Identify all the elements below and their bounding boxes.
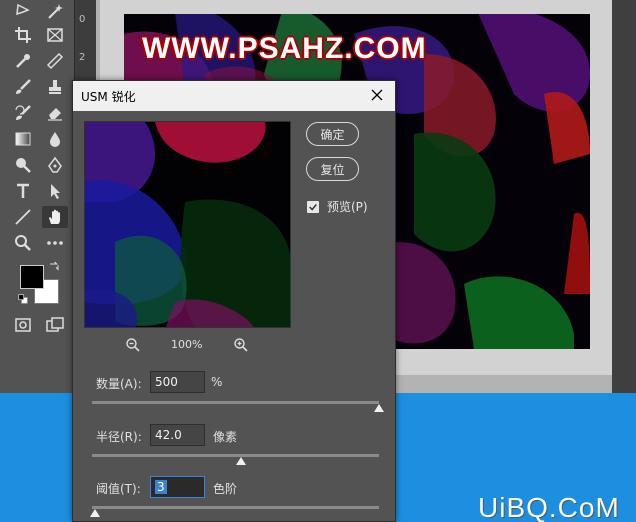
magic-wand-tool-icon[interactable]: [42, 0, 68, 22]
watermark-psahz: WWW.PSAHZ.COM: [142, 32, 427, 65]
eyedropper-tool-icon[interactable]: [10, 50, 36, 72]
preview-zoom-controls: 100%: [125, 336, 255, 354]
foreground-color-swatch[interactable]: [20, 265, 44, 289]
panel-edge: [612, 0, 636, 393]
crop-tool-icon[interactable]: [10, 24, 36, 46]
ok-button[interactable]: 确定: [306, 122, 359, 146]
clone-stamp-tool-icon[interactable]: [42, 76, 68, 98]
quick-mask-icon[interactable]: [10, 314, 36, 336]
brush-tool-icon[interactable]: [10, 76, 36, 98]
frame-tool-icon[interactable]: [42, 24, 68, 46]
line-tool-icon[interactable]: [10, 206, 36, 228]
reset-button[interactable]: 复位: [306, 157, 359, 181]
pen-tool-icon[interactable]: [42, 154, 68, 176]
dialog-title: USM 锐化: [81, 90, 136, 104]
amount-slider-thumb[interactable]: [374, 404, 384, 412]
threshold-slider-thumb[interactable]: [89, 509, 100, 517]
preview-image: [85, 122, 290, 327]
radius-unit: 像素: [213, 430, 238, 444]
more-tools-icon[interactable]: [42, 232, 68, 254]
threshold-label: 阈值(T):: [96, 482, 141, 496]
threshold-slider[interactable]: [92, 506, 379, 509]
radius-label: 半径(R):: [96, 430, 142, 444]
dialog-titlebar[interactable]: USM 锐化: [73, 81, 395, 111]
threshold-value: 3: [155, 480, 167, 494]
zoom-tool-icon[interactable]: [10, 232, 36, 254]
amount-unit: %: [211, 375, 223, 389]
amount-slider[interactable]: [92, 401, 379, 404]
ruler-mark: 0: [79, 14, 86, 25]
preview-toggle[interactable]: 预览(P): [307, 198, 368, 215]
zoom-out-icon[interactable]: [125, 337, 141, 353]
path-selection-tool-icon[interactable]: [42, 180, 68, 202]
swap-colors-icon[interactable]: [46, 258, 62, 274]
lasso-tool-icon[interactable]: [10, 0, 36, 22]
zoom-in-icon[interactable]: [233, 337, 249, 353]
dodge-tool-icon[interactable]: [10, 154, 36, 176]
ruler-mark: 2: [79, 52, 86, 63]
eraser-tool-icon[interactable]: [42, 102, 68, 124]
amount-label: 数量(A):: [96, 377, 142, 391]
screen-mode-icon[interactable]: [42, 314, 68, 336]
default-colors-icon[interactable]: [16, 292, 30, 306]
zoom-level: 100%: [171, 338, 203, 351]
close-icon[interactable]: [369, 87, 385, 103]
blur-tool-icon[interactable]: [42, 128, 68, 150]
radius-input[interactable]: 42.0: [150, 424, 205, 446]
preview-label: 预览(P): [327, 200, 368, 214]
checkmark-icon: [309, 203, 317, 211]
threshold-input[interactable]: 3: [150, 476, 205, 498]
tools-panel: [0, 0, 74, 393]
type-tool-icon[interactable]: [10, 180, 36, 202]
ruler-tool-icon[interactable]: [42, 50, 68, 72]
threshold-unit: 色阶: [213, 482, 238, 496]
amount-input[interactable]: 500: [150, 371, 205, 393]
unsharp-mask-dialog: USM 锐化 确定 复位 预览(P) 100% 数量(A): 500 % 半径(…: [72, 80, 396, 522]
hand-tool-icon[interactable]: [42, 206, 68, 228]
history-brush-tool-icon[interactable]: [10, 102, 36, 124]
watermark-uibq: UiBQ.CoM: [478, 492, 620, 522]
gradient-tool-icon[interactable]: [10, 128, 36, 150]
preview-checkbox[interactable]: [307, 200, 319, 213]
radius-slider-thumb[interactable]: [236, 457, 247, 465]
filter-preview[interactable]: [84, 121, 291, 328]
